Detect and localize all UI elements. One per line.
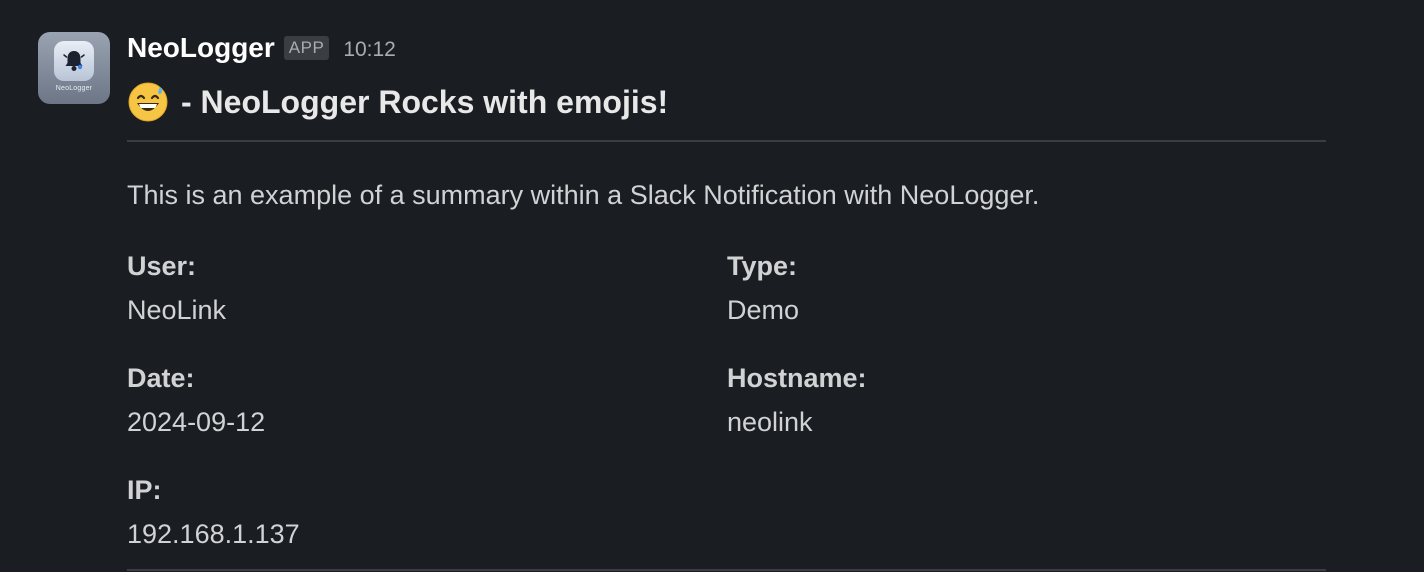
field-value: 2024-09-12 — [127, 407, 266, 437]
field-label: Date: — [127, 363, 195, 393]
field-value: Demo — [727, 295, 800, 325]
field-user: User: NeoLink — [127, 250, 226, 326]
app-badge: APP — [283, 36, 330, 60]
field-label: IP: — [127, 475, 162, 505]
footer-divider — [127, 569, 1326, 571]
app-avatar[interactable]: NeoLogger — [38, 32, 110, 104]
field-value: NeoLink — [127, 295, 227, 325]
message-timestamp[interactable]: 10:12 — [343, 35, 396, 62]
summary-text: This is an example of a summary within a… — [127, 180, 1040, 210]
slack-message: NeoLogger NeoLogger APP 10:12 - NeoLogge… — [0, 0, 1424, 572]
field-ip: IP: 192.168.1.137 — [127, 474, 300, 550]
message-title: - NeoLogger Rocks with emojis! — [127, 80, 668, 124]
field-label: User: — [127, 251, 197, 281]
field-hostname: Hostname: neolink — [727, 362, 867, 438]
field-label: Hostname: — [727, 363, 867, 393]
field-type: Type: Demo — [727, 250, 799, 326]
field-date: Date: 2024-09-12 — [127, 362, 265, 438]
bell-icon — [54, 40, 94, 81]
field-value: 192.168.1.137 — [127, 519, 300, 549]
avatar-label: NeoLogger — [55, 84, 93, 92]
title-text: - NeoLogger Rocks with emojis! — [181, 83, 669, 120]
message-header: NeoLogger APP 10:12 — [127, 28, 396, 68]
sender-name[interactable]: NeoLogger — [127, 32, 275, 64]
header-divider — [127, 140, 1326, 142]
grinning-face-with-sweat-emoji — [128, 82, 168, 122]
field-label: Type: — [727, 251, 798, 281]
field-value: neolink — [727, 407, 813, 437]
